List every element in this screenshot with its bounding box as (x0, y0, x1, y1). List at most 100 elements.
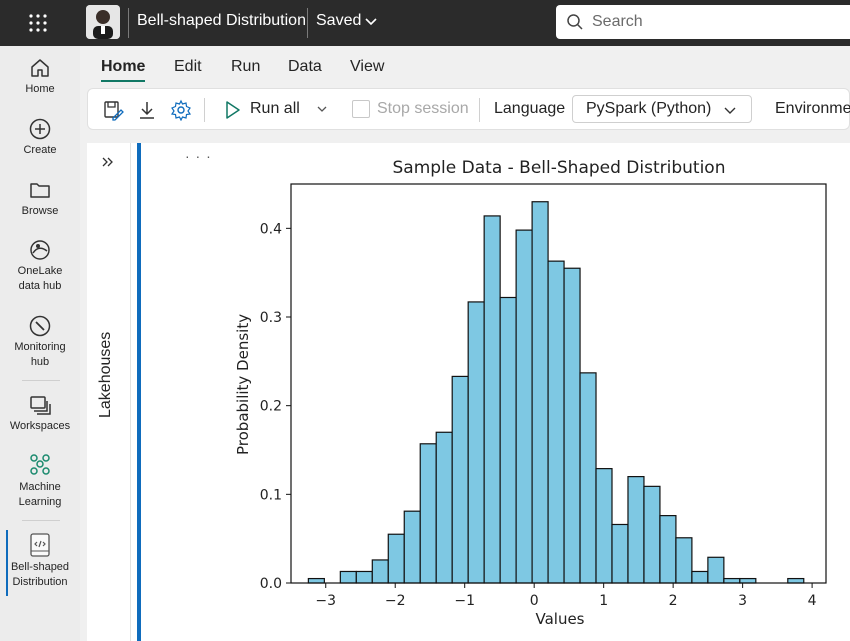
histogram-bar (675, 537, 693, 584)
histogram-bar (339, 570, 357, 584)
toolbar-separator (479, 98, 480, 122)
tab-view[interactable]: View (350, 58, 384, 76)
histogram-bar (723, 577, 741, 584)
x-tick-label: 4 (808, 593, 817, 609)
language-value: PySpark (Python) (586, 100, 712, 117)
rail-item-workspaces[interactable]: Workspaces (0, 393, 80, 434)
histogram-bar (515, 229, 533, 584)
rail-item-monitoring-hub[interactable]: Monitoring hub (0, 314, 80, 370)
tab-edit[interactable]: Edit (174, 58, 202, 76)
y-tick-label: 0.3 (260, 310, 282, 326)
environment-button[interactable]: Environmen (775, 100, 850, 118)
search-placeholder: Search (592, 13, 643, 30)
histogram-bar (355, 570, 373, 584)
chevron-down-icon[interactable] (316, 103, 328, 115)
saved-status[interactable]: Saved (316, 12, 361, 30)
lakehouses-label[interactable]: Lakehouses (97, 332, 115, 418)
play-icon[interactable] (224, 99, 242, 121)
download-icon[interactable] (136, 99, 158, 121)
rail-separator (22, 520, 60, 521)
home-icon (31, 59, 49, 77)
stop-session-checkbox-icon[interactable] (352, 100, 370, 118)
histogram-bar (595, 468, 613, 584)
tab-home[interactable]: Home (101, 58, 145, 76)
histogram-bar (643, 485, 661, 584)
left-navigation-rail: Home Create Browse OneLake data hub Moni… (0, 46, 80, 641)
x-tick-label: −2 (385, 593, 406, 609)
rail-label: Bell-shaped Distribution (10, 561, 70, 588)
folder-icon (30, 183, 50, 198)
run-all-button[interactable]: Run all (250, 100, 300, 118)
x-tick-label: 3 (738, 593, 747, 609)
histogram-bar (787, 577, 805, 584)
expand-panel-icon[interactable] (101, 155, 115, 169)
saved-divider (307, 8, 308, 38)
histogram-bar (579, 372, 597, 584)
histogram-bar (387, 533, 405, 584)
plus-circle-icon (29, 118, 51, 140)
rail-label: OneLake data hub (17, 265, 63, 292)
ribbon-toolbar: Run all Stop session Language PySpark (P… (87, 88, 850, 130)
avatar[interactable] (86, 5, 120, 39)
rail-label: Create (23, 144, 57, 156)
histogram-bar (435, 431, 453, 584)
y-tick-label: 0.4 (260, 221, 282, 237)
y-axis-label: Probability Density (234, 313, 252, 455)
onelake-icon (30, 240, 50, 260)
rail-label: Browse (21, 205, 59, 217)
chevron-down-icon[interactable] (364, 15, 378, 29)
user-photo-icon (86, 5, 120, 39)
rail-item-create[interactable]: Create (0, 117, 80, 158)
x-tick-label: −1 (454, 593, 475, 609)
histogram-bar (483, 215, 501, 584)
histogram-bar (547, 260, 565, 584)
rail-separator (22, 380, 60, 381)
histogram-bar (611, 523, 629, 584)
rail-item-browse[interactable]: Browse (0, 178, 80, 219)
histogram-bar (419, 443, 437, 584)
app-launcher-icon[interactable] (26, 11, 50, 35)
rail-label: Home (25, 83, 55, 95)
rail-label: Workspaces (9, 420, 71, 432)
histogram-bar (627, 476, 645, 584)
rail-item-onelake-data-hub[interactable]: OneLake data hub (0, 238, 80, 294)
x-tick-label: 0 (530, 593, 539, 609)
rail-label: Monitoring hub (14, 341, 66, 368)
histogram-chart: −3 −2 −1 0 1 2 3 4 0.0 0.1 0.2 0.3 0.4 Sample Data -… (220, 150, 850, 641)
toolbar-separator (204, 98, 205, 122)
document-title[interactable]: Bell-shaped Distribution (137, 12, 306, 30)
chart-svg: −3 −2 −1 0 1 2 3 4 0.0 0.1 0.2 0.3 0.4 (260, 183, 827, 609)
language-select[interactable]: PySpark (Python) (572, 95, 752, 123)
histogram-bar (371, 559, 389, 584)
more-options-icon[interactable]: · · · (185, 148, 212, 164)
search-icon (567, 14, 583, 30)
title-divider (128, 8, 129, 38)
histogram-bar (691, 570, 709, 584)
x-axis-label: Values (535, 610, 585, 628)
monitoring-icon (29, 315, 51, 337)
histogram-bar (707, 556, 725, 584)
active-tab-underline (101, 80, 145, 82)
rail-item-home[interactable]: Home (0, 56, 80, 97)
notebook-icon (30, 533, 50, 557)
lakehouse-panel: Lakehouses (87, 143, 131, 641)
histogram-bar (563, 267, 581, 584)
rail-item-machine-learning[interactable]: Machine Learning (0, 452, 80, 510)
rail-item-bell-shaped-distribution[interactable]: Bell-shaped Distribution (0, 532, 80, 590)
histogram-bar (739, 577, 757, 584)
x-tick-label: 2 (669, 593, 678, 609)
stop-session-button[interactable]: Stop session (377, 100, 469, 118)
histogram-bar (307, 577, 325, 584)
settings-gear-icon[interactable] (170, 99, 192, 121)
save-edit-icon[interactable] (102, 99, 124, 121)
histogram-bar (467, 301, 485, 584)
tab-run[interactable]: Run (231, 58, 260, 76)
rail-label: Machine Learning (18, 481, 62, 508)
chart-title: Sample Data - Bell-Shaped Distribution (392, 158, 726, 178)
histogram-bar (531, 201, 549, 584)
language-label: Language (494, 100, 566, 117)
search-input[interactable]: Search (556, 5, 850, 39)
machine-learning-icon (30, 454, 50, 475)
tab-data[interactable]: Data (288, 58, 322, 76)
workspaces-icon (30, 396, 51, 415)
